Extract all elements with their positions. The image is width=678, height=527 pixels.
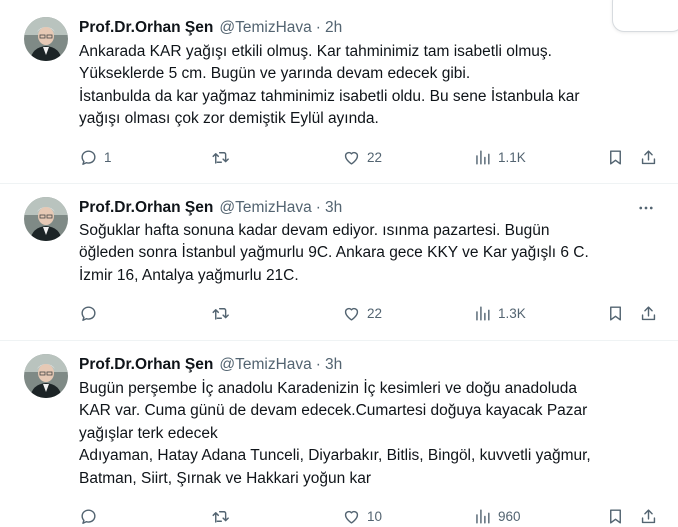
timestamp[interactable]: 2h	[325, 19, 342, 37]
more-horizontal-icon	[639, 206, 653, 210]
views-count: 1.3K	[498, 305, 526, 321]
like-button[interactable]: 22	[342, 146, 382, 168]
retweet-icon	[212, 510, 229, 523]
heart-icon	[344, 307, 359, 321]
author-handle[interactable]: @TemizHava	[219, 356, 311, 374]
tweet-actions: 22 1.3K	[79, 302, 664, 324]
tweet-header: Prof.Dr.Orhan Şen @TemizHava · 3h	[79, 355, 342, 375]
share-icon	[641, 508, 656, 523]
tweet-header: Prof.Dr.Orhan Şen @TemizHava · 3h	[79, 198, 342, 218]
heart-icon	[344, 510, 359, 524]
like-count: 22	[367, 149, 383, 165]
retweet-button[interactable]	[211, 302, 236, 324]
share-icon	[641, 305, 656, 320]
bookmark-icon	[610, 305, 621, 321]
tweet-text-line: yağışı olması çok zor demiştik Eylül ayı…	[79, 110, 379, 128]
share-icon	[641, 149, 656, 164]
tweet-text-line: Ankarada KAR yağışı etkili olmuş. Kar ta…	[79, 43, 552, 60]
author-handle[interactable]: @TemizHava	[219, 19, 311, 37]
tweet-text: Soğuklar hafta sonuna kadar devam ediyor…	[79, 220, 659, 287]
retweet-button[interactable]	[211, 505, 236, 527]
like-button[interactable]: 10	[342, 505, 382, 527]
bookmark-button[interactable]	[606, 505, 625, 527]
like-count: 22	[367, 305, 383, 321]
avatar[interactable]	[24, 354, 68, 398]
tweet-text-line: Bugün perşembe İç anadolu Karadenizin İç…	[79, 380, 578, 397]
reply-icon	[81, 305, 96, 321]
author-name[interactable]: Prof.Dr.Orhan Şen	[79, 199, 213, 217]
share-button[interactable]	[639, 505, 658, 527]
reply-button[interactable]: 1	[79, 146, 112, 168]
separator-dot: ·	[315, 199, 321, 216]
tweet-text-line: İstanbulda da kar yağmaz tahminimiz isab…	[79, 87, 580, 105]
reply-button[interactable]	[79, 302, 104, 324]
author-handle[interactable]: @TemizHava	[219, 199, 311, 217]
timestamp[interactable]: 3h	[325, 356, 342, 374]
tweet-text: Ankarada KAR yağışı etkili olmuş. Kar ta…	[79, 41, 659, 131]
tweet-text-line: KAR var. Cuma günü de devam edecek.Cumar…	[79, 402, 588, 420]
tweet-text-line: İzmir 16, Antalya yağmurlu 21C.	[79, 266, 299, 284]
avatar[interactable]	[24, 197, 68, 241]
author-name[interactable]: Prof.Dr.Orhan Şen	[79, 356, 213, 374]
more-options-button[interactable]	[636, 198, 656, 218]
retweet-button[interactable]	[211, 146, 236, 168]
retweet-icon	[212, 307, 229, 320]
separator-dot: ·	[315, 19, 321, 36]
reply-icon	[81, 508, 96, 524]
retweet-icon	[212, 151, 229, 164]
separator-dot: ·	[315, 356, 321, 373]
tweet-text-line: Yükseklerde 5 cm. Bugün ve yarında devam…	[79, 65, 471, 83]
views-count: 960	[498, 508, 521, 524]
views-bar-chart-icon	[476, 305, 490, 321]
timestamp[interactable]: 3h	[325, 199, 342, 217]
reply-count: 1	[104, 149, 112, 165]
like-button[interactable]: 22	[342, 302, 382, 324]
reply-icon	[81, 149, 96, 165]
avatar[interactable]	[24, 17, 68, 61]
views-count: 1.1K	[498, 149, 526, 165]
reply-button[interactable]	[79, 505, 104, 527]
views-button[interactable]: 1.3K	[473, 302, 526, 324]
bookmark-icon	[610, 149, 621, 165]
tweet-text-line: Batman, Siirt, Şırnak ve Hakkari yoğun k…	[79, 469, 372, 487]
tweet[interactable]: Prof.Dr.Orhan Şen @TemizHava · 3h Soğukl…	[0, 183, 678, 341]
bookmark-icon	[610, 508, 621, 524]
tweet[interactable]: Prof.Dr.Orhan Şen @TemizHava · 3h Bugün …	[0, 340, 678, 526]
tweet-text: Bugün perşembe İç anadolu Karadenizin İç…	[79, 378, 659, 490]
share-button[interactable]	[639, 146, 658, 168]
tweet-header: Prof.Dr.Orhan Şen @TemizHava · 2h	[79, 18, 342, 38]
share-button[interactable]	[639, 302, 658, 324]
tweet-text-line: Adıyaman, Hatay Adana Tunceli, Diyarbakı…	[79, 447, 591, 465]
tweet-actions: 10 960	[79, 505, 664, 527]
views-bar-chart-icon	[476, 508, 490, 524]
views-button[interactable]: 1.1K	[473, 146, 526, 168]
tweet-text-line: yağışlar terk edecek	[79, 424, 218, 442]
bookmark-button[interactable]	[606, 146, 625, 168]
tweet-text-line: öğleden sonra İstanbul yağmurlu 9C. Anka…	[79, 244, 589, 262]
views-button[interactable]: 960	[473, 505, 521, 527]
heart-icon	[344, 151, 359, 165]
like-count: 10	[367, 508, 383, 524]
tweet[interactable]: Prof.Dr.Orhan Şen @TemizHava · 2h Ankara…	[0, 0, 678, 184]
bookmark-button[interactable]	[606, 302, 625, 324]
tweet-text-line: Soğuklar hafta sonuna kadar devam ediyor…	[79, 222, 550, 239]
author-name[interactable]: Prof.Dr.Orhan Şen	[79, 19, 213, 37]
tweet-actions: 1 22 1.1K	[79, 146, 664, 168]
views-bar-chart-icon	[476, 149, 490, 165]
